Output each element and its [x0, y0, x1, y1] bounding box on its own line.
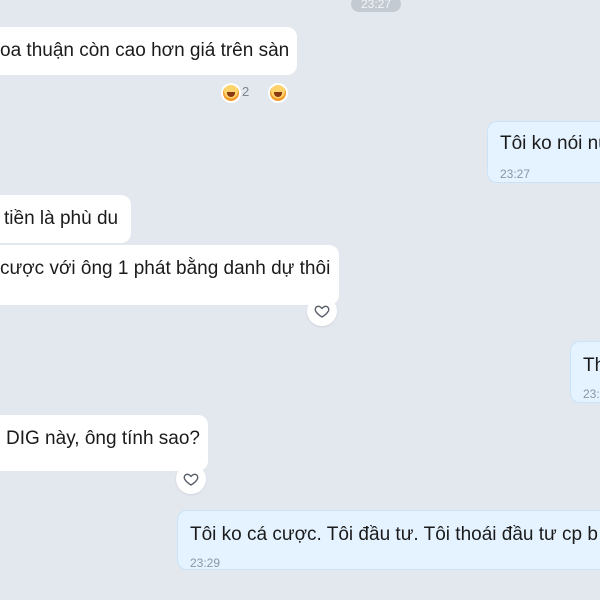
- reaction-haha-1[interactable]: [221, 83, 241, 103]
- message-time: 23:29: [190, 556, 221, 570]
- message-text: cược với ông 1 phát bằng danh dự thôi: [0, 258, 331, 279]
- message-time: 23:: [583, 387, 600, 401]
- message-text: Tôi ko cá cược. Tôi đầu tư. Tôi thoái đầ…: [190, 524, 598, 545]
- incoming-message-1[interactable]: oa thuận còn cao hơn giá trên sàn: [0, 27, 297, 75]
- like-button[interactable]: [176, 464, 206, 494]
- chat-conversation: 23:27 oa thuận còn cao hơn giá trên sàn …: [0, 0, 600, 600]
- heart-outline-icon: [183, 473, 199, 486]
- outgoing-message-3[interactable]: Tôi ko cá cược. Tôi đầu tư. Tôi thoái đầ…: [177, 510, 600, 570]
- outgoing-message-1[interactable]: Tôi ko nói nư 23:27: [487, 121, 600, 183]
- laughing-face-icon: [223, 85, 239, 101]
- message-text: DIG này, ông tính sao?: [6, 428, 200, 449]
- outgoing-message-2[interactable]: Th 23:: [570, 341, 600, 403]
- message-time: 23:27: [500, 167, 531, 181]
- incoming-message-3[interactable]: cược với ông 1 phát bằng danh dự thôi: [0, 245, 339, 305]
- like-button[interactable]: [307, 296, 337, 326]
- reaction-haha-2[interactable]: [268, 83, 288, 103]
- laughing-face-icon: [270, 85, 286, 101]
- message-text: tiền là phù du: [4, 208, 119, 229]
- message-text: Tôi ko nói nư: [500, 133, 600, 154]
- message-text: Th: [583, 355, 600, 376]
- heart-outline-icon: [314, 305, 330, 318]
- incoming-message-4[interactable]: DIG này, ông tính sao?: [0, 415, 208, 471]
- incoming-message-2[interactable]: tiền là phù du: [0, 195, 131, 243]
- reaction-count: 2: [242, 84, 250, 99]
- message-text: oa thuận còn cao hơn giá trên sàn: [0, 40, 290, 61]
- timestamp-divider: 23:27: [351, 0, 401, 12]
